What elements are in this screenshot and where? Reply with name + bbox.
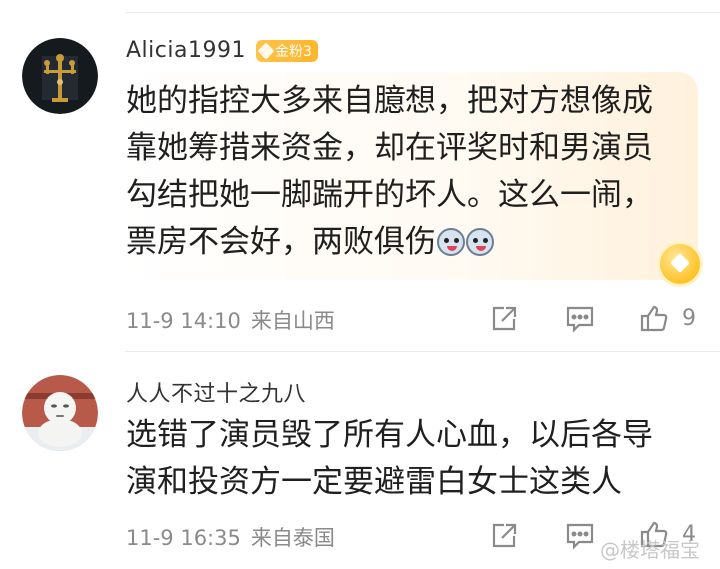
top-comment-star-icon bbox=[660, 244, 700, 284]
comment-meta: 11-9 16:35 来自泰国 bbox=[126, 522, 335, 552]
comment-text: 她的指控大多来自臆想，把对方想像成 靠她筹措来资金，却在评奖时和男演员 勾结把她… bbox=[126, 78, 653, 266]
comment-line: 靠她筹措来资金，却在评奖时和男演员 bbox=[126, 130, 653, 166]
watermark: @楼塔福宝 bbox=[600, 538, 700, 562]
dog-emoji-icon bbox=[466, 228, 494, 256]
like-icon[interactable] bbox=[637, 301, 671, 335]
comment-icon[interactable] bbox=[563, 302, 597, 336]
username[interactable]: 人人不过十之九八 bbox=[126, 376, 306, 408]
share-icon[interactable] bbox=[487, 519, 521, 553]
username[interactable]: Alicia1991 bbox=[126, 38, 246, 63]
divider-top bbox=[125, 12, 720, 13]
comment-meta: 11-9 14:10 来自山西 bbox=[126, 305, 335, 335]
fan-badge[interactable]: 金粉3 bbox=[256, 40, 318, 62]
comment-time: 11-9 16:35 bbox=[126, 526, 241, 550]
comment-line: 选错了演员毁了所有人心血，以后各导 bbox=[126, 417, 653, 453]
fan-badge-label: 金粉3 bbox=[275, 44, 312, 60]
like-count: 9 bbox=[682, 306, 696, 331]
avatar[interactable] bbox=[22, 38, 98, 114]
comment-text: 选错了演员毁了所有人心血，以后各导 演和投资方一定要避雷白女士这类人 bbox=[126, 412, 653, 506]
share-icon[interactable] bbox=[487, 302, 521, 336]
comment-line: 票房不会好，两败俱伤 bbox=[126, 219, 653, 266]
comment-icon[interactable] bbox=[563, 519, 597, 553]
avatar[interactable] bbox=[22, 375, 98, 451]
comment-line-text: 票房不会好，两败俱伤 bbox=[126, 224, 436, 260]
comment-location: 来自山西 bbox=[250, 309, 335, 333]
comment-line: 演和投资方一定要避雷白女士这类人 bbox=[126, 464, 622, 500]
comment-line: 她的指控大多来自臆想，把对方想像成 bbox=[126, 83, 653, 119]
dog-emoji-icon bbox=[437, 228, 465, 256]
comment-line: 勾结把她一脚踹开的坏人。这么一闹， bbox=[126, 177, 653, 213]
divider bbox=[125, 351, 720, 352]
comment-time: 11-9 14:10 bbox=[126, 309, 241, 333]
comment-location: 来自泰国 bbox=[250, 526, 335, 550]
diamond-icon bbox=[257, 42, 275, 60]
